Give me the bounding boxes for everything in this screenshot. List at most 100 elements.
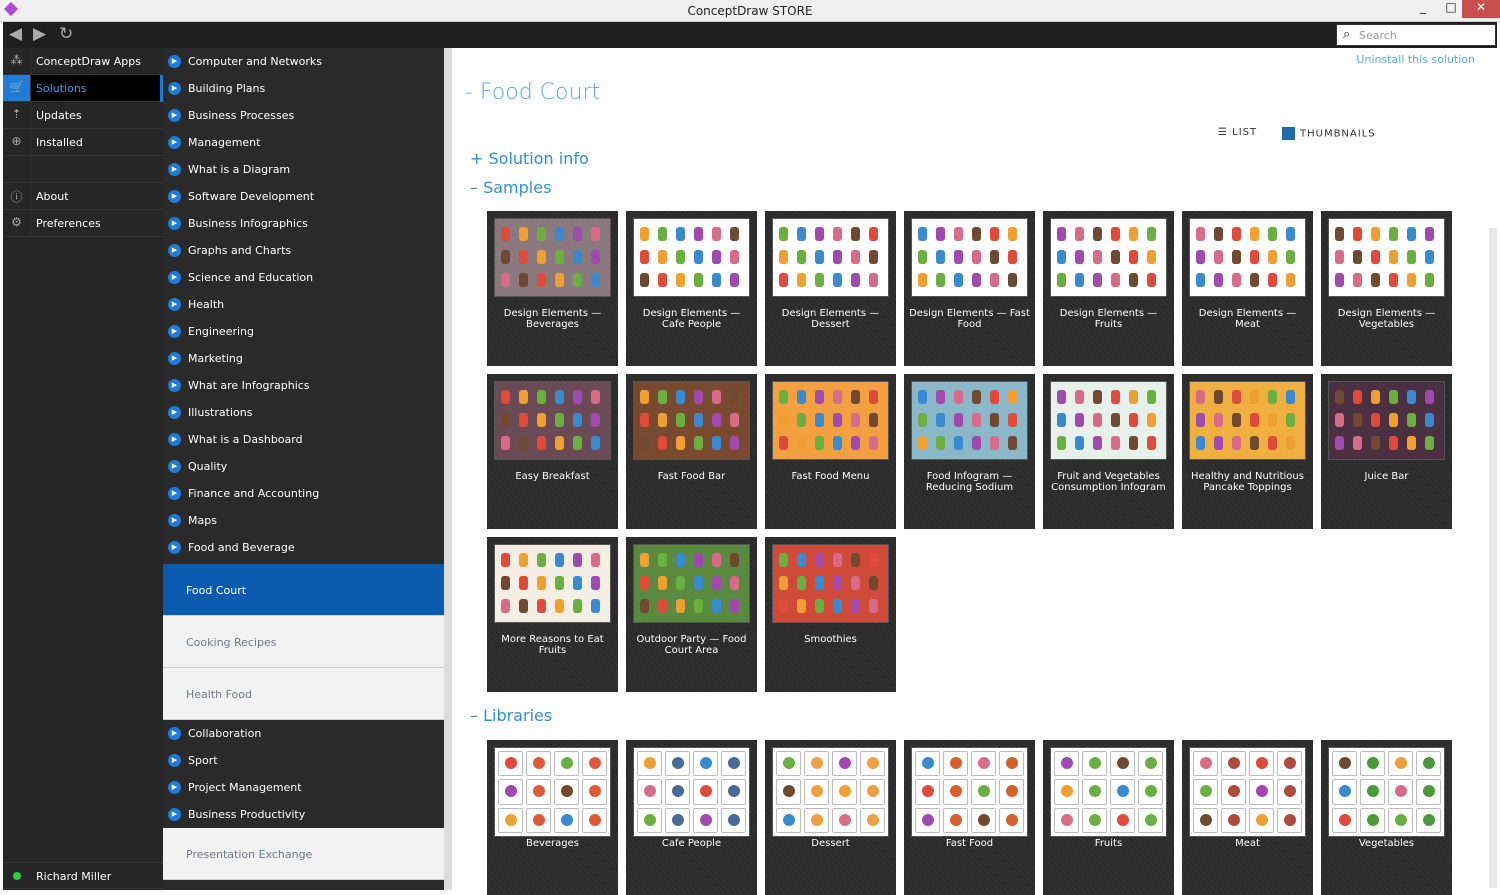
category-item[interactable]: ▶ What is a Diagram: [163, 156, 444, 183]
solution-info-toggle[interactable]: + Solution info: [470, 149, 589, 168]
category-item[interactable]: ▶ Maps: [163, 507, 444, 534]
nav-installed[interactable]: ⊕ Installed: [3, 129, 163, 156]
library-thumbnail: [911, 747, 1028, 837]
list-scrollbar[interactable]: [444, 48, 452, 890]
user-profile[interactable]: Richard Miller: [3, 862, 163, 889]
sample-card[interactable]: Healthy and Nutritious Pancake Toppings: [1182, 374, 1313, 529]
forward-icon[interactable]: ▶: [33, 24, 46, 44]
library-card[interactable]: Dessert: [765, 740, 896, 895]
sample-card[interactable]: Design Elements — Beverages: [487, 211, 618, 366]
sample-label: Smoothies: [804, 634, 857, 645]
category-item[interactable]: ▶ Sport: [163, 747, 444, 774]
category-item[interactable]: ▶ Project Management: [163, 774, 444, 801]
play-bullet-icon: ▶: [168, 781, 181, 794]
back-icon[interactable]: ◀: [9, 24, 22, 44]
sample-label: Outdoor Party — Food Court Area: [636, 634, 747, 656]
solutions-list: ▶ Computer and Networks ▶ Building Plans ▶ Bu…: [163, 48, 444, 890]
close-button[interactable]: ✕: [1462, 0, 1500, 18]
library-card[interactable]: Vegetables: [1321, 740, 1452, 895]
category-item[interactable]: ▶ What is a Dashboard: [163, 426, 444, 453]
category-item[interactable]: ▶ Illustrations: [163, 399, 444, 426]
category-item[interactable]: ▶ Marketing: [163, 345, 444, 372]
sample-thumbnail: [1189, 218, 1306, 297]
category-item[interactable]: ▶ Management: [163, 129, 444, 156]
sample-card[interactable]: Smoothies: [765, 537, 896, 692]
subitem-food-court[interactable]: Food Court: [163, 564, 444, 616]
samples-heading[interactable]: – Samples: [470, 178, 551, 197]
sample-card[interactable]: Outdoor Party — Food Court Area: [626, 537, 757, 692]
sample-card[interactable]: Design Elements — Meat: [1182, 211, 1313, 366]
sample-card[interactable]: Juice Bar: [1321, 374, 1452, 529]
category-item[interactable]: ▶ Building Plans: [163, 75, 444, 102]
category-label: Engineering: [188, 325, 254, 338]
nav-label: Preferences: [36, 217, 101, 230]
library-card[interactable]: Fast Food: [904, 740, 1035, 895]
category-item[interactable]: ▶ Food and Beverage: [163, 534, 444, 561]
uninstall-link[interactable]: Uninstall this solution: [1356, 53, 1475, 66]
category-item[interactable]: ▶ What are Infographics: [163, 372, 444, 399]
category-label: Graphs and Charts: [188, 244, 292, 257]
library-card[interactable]: Beverages: [487, 740, 618, 895]
main-scrollbar[interactable]: [1489, 228, 1497, 888]
refresh-icon[interactable]: ↻: [59, 24, 73, 44]
search-input[interactable]: ⌕ Search: [1336, 24, 1496, 46]
subitem-cooking-recipes[interactable]: Cooking Recipes: [163, 616, 444, 668]
sample-card[interactable]: More Reasons to Eat Fruits: [487, 537, 618, 692]
category-item[interactable]: ▶ Health: [163, 291, 444, 318]
list-view-button[interactable]: ☰ LIST: [1218, 127, 1257, 138]
spacer: [3, 156, 31, 182]
sample-thumbnail: [494, 218, 611, 297]
sample-label: Design Elements — Meat: [1198, 308, 1297, 330]
subitem-health-food[interactable]: Health Food: [163, 668, 444, 720]
sample-card[interactable]: Design Elements — Fast Food: [904, 211, 1035, 366]
nav-about[interactable]: ⓘ About: [3, 183, 163, 210]
category-label: Computer and Networks: [188, 55, 323, 68]
sample-thumbnail: [494, 544, 611, 623]
nav-updates[interactable]: ⇡ Updates: [3, 102, 163, 129]
sample-card[interactable]: Design Elements — Dessert: [765, 211, 896, 366]
category-item[interactable]: ▶ Business Infographics: [163, 210, 444, 237]
sample-card[interactable]: Easy Breakfast: [487, 374, 618, 529]
sample-label: Easy Breakfast: [515, 471, 590, 482]
play-bullet-icon: ▶: [168, 352, 181, 365]
library-label: Cafe People: [661, 838, 722, 849]
sample-thumbnail: [911, 218, 1028, 297]
category-item[interactable]: ▶ Software Development: [163, 183, 444, 210]
info-icon: ⓘ: [3, 183, 31, 209]
category-item[interactable]: ▶ Engineering: [163, 318, 444, 345]
nav-preferences[interactable]: ⚙ Preferences: [3, 210, 163, 237]
library-card[interactable]: Cafe People: [626, 740, 757, 895]
nav-conceptdraw-apps[interactable]: ⁂ ConceptDraw Apps: [3, 48, 163, 75]
sample-card[interactable]: Fast Food Bar: [626, 374, 757, 529]
libraries-heading[interactable]: – Libraries: [470, 706, 552, 725]
category-item[interactable]: ▶ Finance and Accounting: [163, 480, 444, 507]
sample-card[interactable]: Design Elements — Fruits: [1043, 211, 1174, 366]
category-item[interactable]: ▶ Science and Education: [163, 264, 444, 291]
sample-card[interactable]: Fast Food Menu: [765, 374, 896, 529]
sample-card[interactable]: Food Infogram — Reducing Sodium: [904, 374, 1035, 529]
library-card[interactable]: Meat: [1182, 740, 1313, 895]
library-card[interactable]: Fruits: [1043, 740, 1174, 895]
category-item[interactable]: ▶ Graphs and Charts: [163, 237, 444, 264]
sample-label: Design Elements — Beverages: [503, 308, 602, 330]
library-thumbnail: [772, 747, 889, 837]
category-item[interactable]: ▶ Computer and Networks: [163, 48, 444, 75]
play-bullet-icon: ▶: [168, 190, 181, 203]
category-item[interactable]: ▶ Business Productivity: [163, 801, 444, 828]
category-label: Business Productivity: [188, 808, 306, 821]
library-label: Beverages: [525, 838, 580, 849]
sample-card[interactable]: Design Elements — Vegetables: [1321, 211, 1452, 366]
category-item[interactable]: ▶ Collaboration: [163, 720, 444, 747]
category-label: Finance and Accounting: [188, 487, 320, 500]
play-bullet-icon: ▶: [168, 727, 181, 740]
cart-icon: 🛒: [3, 75, 31, 101]
thumbnails-view-button[interactable]: THUMBNAILS: [1282, 127, 1376, 140]
nav-solutions[interactable]: 🛒 Solutions: [3, 75, 163, 102]
category-item[interactable]: ▶ Business Processes: [163, 102, 444, 129]
category-item[interactable]: ▶ Quality: [163, 453, 444, 480]
sample-card[interactable]: Fruit and Vegetables Consumption Infogra…: [1043, 374, 1174, 529]
subitem-presentation-exchange[interactable]: Presentation Exchange: [163, 828, 444, 880]
sample-card[interactable]: Design Elements — Cafe People: [626, 211, 757, 366]
list-label: LIST: [1232, 127, 1258, 138]
play-bullet-icon: ▶: [168, 136, 181, 149]
